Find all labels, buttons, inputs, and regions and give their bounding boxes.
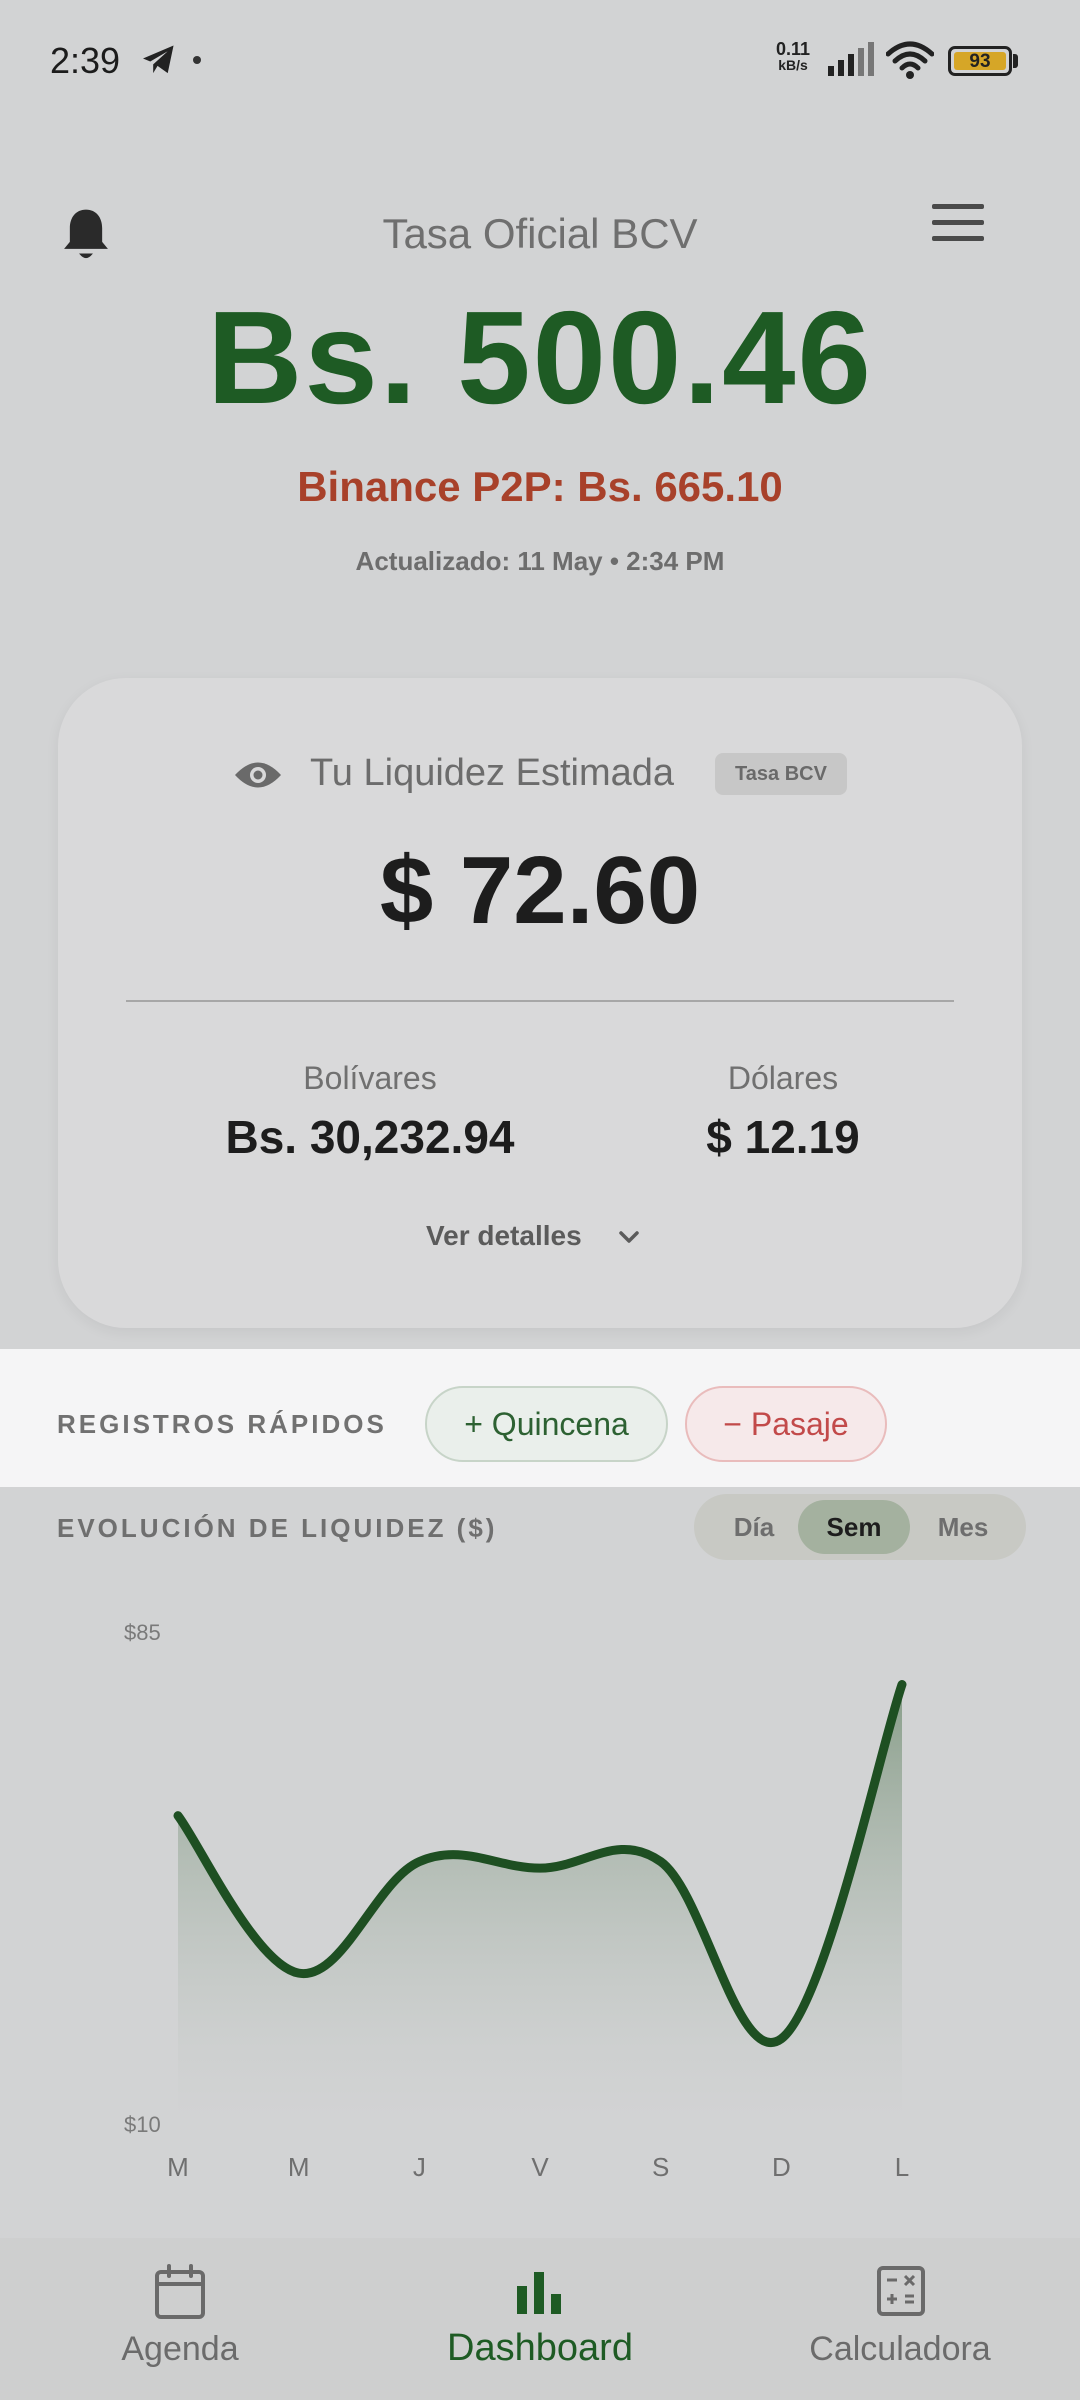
y-tick-label: $10 xyxy=(124,2112,161,2137)
x-tick-label: J xyxy=(413,2152,426,2182)
bolivares-label: Bolívares xyxy=(303,1060,437,1096)
network-speed-unit: kB/s xyxy=(778,57,808,73)
dolares-value: $ 12.19 xyxy=(706,1111,860,1163)
liquidity-chart: $85$10M M J V S D L xyxy=(124,1620,909,2182)
x-tick-label: M xyxy=(167,2152,189,2182)
period-mes-tab[interactable]: Mes xyxy=(908,1500,1018,1554)
network-speed: 0.11 kB/s xyxy=(776,40,810,72)
network-speed-value: 0.11 xyxy=(776,39,811,59)
signal-icon xyxy=(828,42,874,76)
x-tick-label: S xyxy=(652,2152,669,2182)
bar-chart-icon[interactable] xyxy=(515,2272,563,2316)
x-tick-label: L xyxy=(895,2152,909,2182)
y-tick-label: $85 xyxy=(124,1620,161,1645)
battery-tip-icon xyxy=(1013,54,1018,68)
eye-icon[interactable] xyxy=(233,758,283,792)
battery-icon: 93 xyxy=(948,46,1012,76)
add-quincena-button[interactable]: + Quincena xyxy=(425,1386,668,1462)
quick-records-label: REGISTROS RÁPIDOS xyxy=(57,1409,387,1439)
telegram-icon xyxy=(143,45,174,74)
liquidity-title: Tu Liquidez Estimada xyxy=(310,752,675,794)
card-divider xyxy=(126,1000,954,1002)
bcv-rate: Bs. 500.46 xyxy=(207,284,873,431)
nav-calculadora[interactable]: Calculadora xyxy=(790,2330,1010,2369)
nav-dashboard[interactable]: Dashboard xyxy=(415,2327,665,2370)
liquidity-total: $ 72.60 xyxy=(379,837,701,944)
rate-badge: Tasa BCV xyxy=(715,753,847,795)
dolares-label: Dólares xyxy=(727,1060,839,1096)
calendar-icon[interactable] xyxy=(154,2264,206,2320)
status-time: 2:39 xyxy=(50,40,121,81)
battery-level: 93 xyxy=(954,52,1006,71)
period-sem-tab[interactable]: Sem xyxy=(798,1500,910,1554)
x-tick-label: D xyxy=(772,2152,791,2182)
chevron-down-icon[interactable] xyxy=(614,1222,644,1252)
notification-dot-icon xyxy=(193,56,201,64)
chart-area xyxy=(178,1684,902,2124)
period-selector: Día Sem Mes xyxy=(694,1494,1026,1560)
subtract-pasaje-button[interactable]: − Pasaje xyxy=(685,1386,887,1462)
nav-agenda[interactable]: Agenda xyxy=(80,2330,280,2369)
x-tick-label: V xyxy=(531,2152,549,2182)
binance-rate: Binance P2P: Bs. 665.10 xyxy=(297,463,783,510)
calculator-icon[interactable] xyxy=(876,2265,926,2317)
wifi-icon xyxy=(886,41,934,79)
updated-timestamp: Actualizado: 11 May • 2:34 PM xyxy=(355,546,725,576)
period-dia-tab[interactable]: Día xyxy=(706,1500,802,1554)
bolivares-value: Bs. 30,232.94 xyxy=(225,1111,515,1163)
header-title: Tasa Oficial BCV xyxy=(382,210,698,257)
evolution-label: EVOLUCIÓN DE LIQUIDEZ ($) xyxy=(57,1513,498,1543)
ver-detalles-button[interactable]: Ver detalles xyxy=(426,1220,582,1252)
x-tick-label: M xyxy=(288,2152,310,2182)
